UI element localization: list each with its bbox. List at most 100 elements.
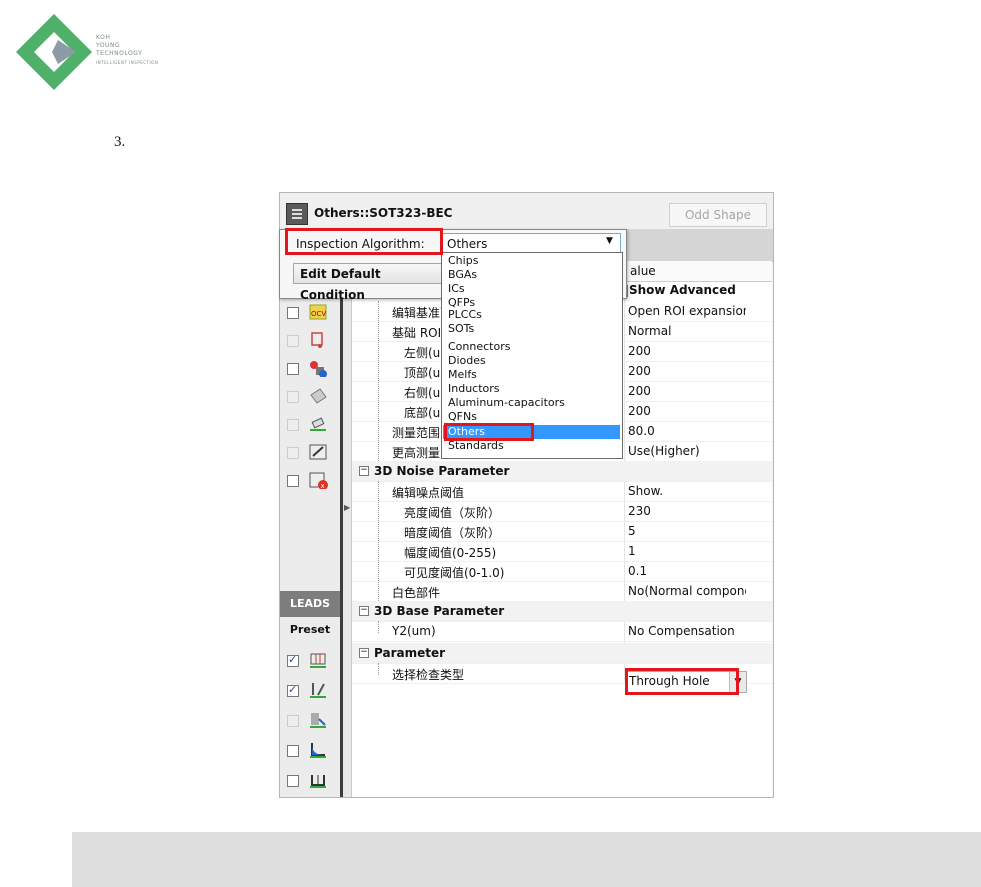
- table-row[interactable]: 编辑噪点阈值 Show.: [352, 481, 772, 502]
- collapse-icon: −: [359, 647, 369, 658]
- header-band: [624, 229, 773, 262]
- table-row[interactable]: 亮度阈值（灰阶） 230: [352, 501, 772, 522]
- row-value: 0.1: [628, 564, 648, 578]
- collapse-icon: −: [359, 465, 369, 476]
- row-value: 200: [628, 344, 651, 358]
- title-bar: Others::SOT323-BEC Odd Shape: [280, 193, 773, 232]
- table-row[interactable]: 幅度阈值(0-255) 1: [352, 541, 772, 562]
- preset-checkbox-5[interactable]: [287, 775, 299, 787]
- lead-offset-icon[interactable]: [308, 711, 328, 729]
- grid-part-icon[interactable]: [308, 387, 328, 405]
- step-number: 3.: [114, 134, 126, 150]
- row-value: Use(Higher): [628, 444, 700, 458]
- dropdown-option[interactable]: ICs: [448, 283, 465, 295]
- outline-icon[interactable]: [308, 331, 328, 349]
- lead-bridge-icon[interactable]: [308, 651, 328, 669]
- dropdown-option[interactable]: Standards: [448, 440, 504, 452]
- toolbar-checkbox-9[interactable]: [287, 475, 299, 487]
- logo-text-1: KOH: [96, 34, 111, 41]
- category-label: Parameter: [374, 646, 446, 660]
- row-key: 可见度阈值(0-1.0): [404, 566, 505, 580]
- svg-text:OCV: OCV: [311, 310, 326, 318]
- preset-checkbox-1[interactable]: [287, 653, 299, 667]
- row-value: 200: [628, 404, 651, 418]
- category-label: 3D Base Parameter: [374, 604, 505, 618]
- tilt-icon[interactable]: [308, 415, 328, 433]
- toolbar-checkbox-8[interactable]: [287, 447, 299, 459]
- preset-checkbox-2[interactable]: [287, 683, 299, 697]
- dropdown-option[interactable]: QFNs: [448, 411, 477, 423]
- row-key: 选择检查类型: [392, 668, 465, 682]
- row-key: Y2(um): [392, 624, 436, 638]
- algorithm-select-value: Others: [447, 237, 488, 251]
- value-column-header: alue: [630, 264, 656, 278]
- preset-checkbox-3[interactable]: [287, 715, 299, 727]
- row-key: 白色部件: [392, 586, 441, 600]
- dropdown-option[interactable]: BGAs: [448, 269, 477, 281]
- row-value: Normal: [628, 324, 672, 338]
- edit-shape-icon[interactable]: [308, 443, 328, 461]
- toolbar-checkbox-4[interactable]: [287, 335, 299, 347]
- logo-text-3: TECHNOLOGY: [96, 50, 143, 57]
- window-title: Others::SOT323-BEC: [314, 206, 453, 220]
- highlight-through-hole: [625, 668, 739, 695]
- solder-fillet-icon[interactable]: [308, 741, 328, 759]
- row-key: 暗度阈值（灰阶）: [404, 526, 501, 540]
- category-label: 3D Noise Parameter: [374, 464, 510, 478]
- logo-tagline: INTELLIGENT INSPECTION: [96, 60, 159, 65]
- row-value: 200: [628, 364, 651, 378]
- left-toolbar: OCV x LEADS Preset: [280, 231, 343, 797]
- row-value: Show.: [628, 484, 664, 498]
- preset-label: Preset: [289, 623, 331, 636]
- highlight-algorithm-label: [285, 228, 443, 255]
- row-value: No(Normal compone: [628, 584, 746, 598]
- show-advanced-label: Show Advanced: [629, 283, 736, 297]
- toolbar-checkbox-5[interactable]: [287, 363, 299, 375]
- category-noise[interactable]: −3D Noise Parameter: [352, 461, 772, 482]
- dropdown-option[interactable]: SOTs: [448, 323, 474, 335]
- lead-height-icon[interactable]: [308, 771, 328, 789]
- dropdown-option[interactable]: Aluminum-capacitors: [448, 397, 565, 409]
- row-key: 幅度阈值(0-255): [404, 546, 497, 560]
- dropdown-option[interactable]: Chips: [448, 255, 478, 267]
- dropdown-option[interactable]: Melfs: [448, 369, 477, 381]
- toolbar-checkbox-6[interactable]: [287, 391, 299, 403]
- splitter-arrow-icon[interactable]: ▶: [344, 503, 350, 512]
- row-value: 1: [628, 544, 636, 558]
- row-value: 200: [628, 384, 651, 398]
- menu-icon[interactable]: [286, 203, 308, 225]
- footer-band: [72, 832, 981, 887]
- lead-lift-icon[interactable]: [308, 681, 328, 699]
- svg-text:x: x: [321, 482, 325, 489]
- dropdown-option[interactable]: Connectors: [448, 341, 510, 353]
- dropdown-option[interactable]: Inductors: [448, 383, 500, 395]
- toolbar-checkbox-7[interactable]: [287, 419, 299, 431]
- leads-tab[interactable]: LEADS: [280, 591, 340, 617]
- panel-splitter[interactable]: [343, 231, 352, 797]
- reject-icon[interactable]: x: [308, 471, 328, 489]
- table-row[interactable]: 白色部件 No(Normal compone: [352, 581, 772, 602]
- dropdown-option[interactable]: Diodes: [448, 355, 486, 367]
- dropdown-option[interactable]: PLCCs: [448, 309, 482, 321]
- toolbar-checkbox-3[interactable]: [287, 307, 299, 319]
- preset-checkbox-4[interactable]: [287, 745, 299, 757]
- category-base[interactable]: −3D Base Parameter: [352, 601, 772, 622]
- chevron-down-icon[interactable]: ▼: [606, 236, 613, 246]
- logo-mark-icon: [16, 14, 92, 90]
- koh-young-logo: KOH YOUNG TECHNOLOGY INTELLIGENT INSPECT…: [14, 12, 184, 92]
- row-key: 测量范围(: [392, 426, 445, 440]
- table-row[interactable]: Y2(um) No Compensation: [352, 621, 772, 642]
- foreign-material-icon[interactable]: [308, 359, 328, 377]
- odd-shape-button[interactable]: Odd Shape: [669, 203, 767, 227]
- category-parameter[interactable]: − Parameter: [352, 643, 772, 664]
- row-value: 5: [628, 524, 636, 538]
- row-value: Open ROI expansion: [628, 304, 746, 318]
- grid-header: alue: [624, 261, 772, 282]
- table-row[interactable]: 暗度阈值（灰阶） 5: [352, 521, 772, 542]
- row-key: 编辑噪点阈值: [392, 486, 465, 500]
- row-value: No Compensation: [628, 624, 735, 638]
- highlight-others-option: [444, 423, 534, 441]
- edit-default-condition-button[interactable]: Edit Default Condition: [293, 263, 448, 302]
- table-row[interactable]: 可见度阈值(0-1.0) 0.1: [352, 561, 772, 582]
- row-value: 230: [628, 504, 651, 518]
